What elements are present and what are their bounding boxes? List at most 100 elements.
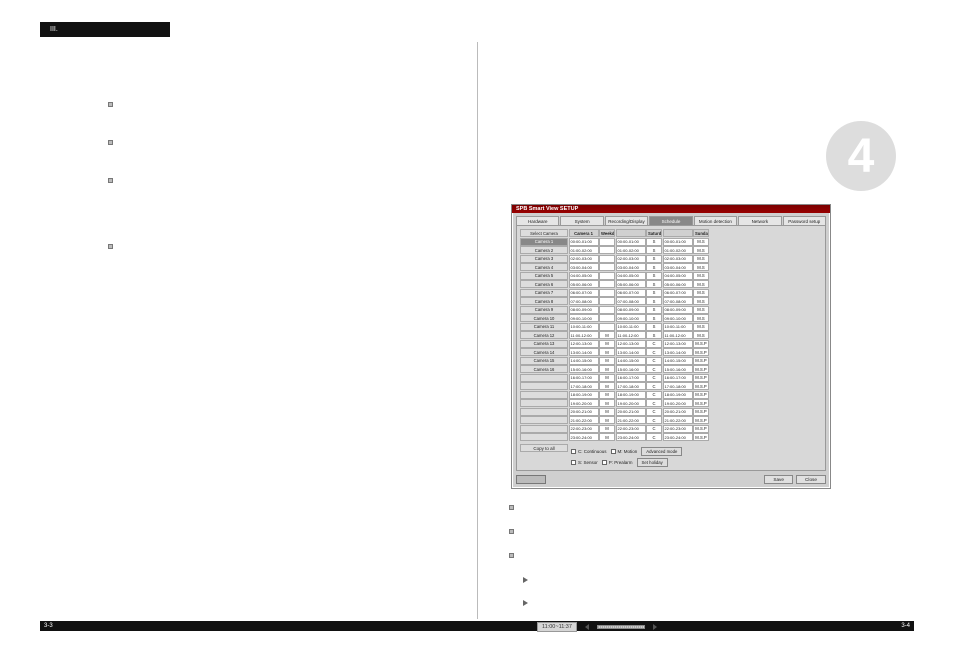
tab-hardware[interactable]: Hardware bbox=[516, 216, 559, 225]
mode-cell[interactable] bbox=[599, 289, 615, 297]
prealarm-checkbox[interactable]: P: Prealarm bbox=[602, 458, 633, 467]
mode-cell[interactable]: M bbox=[599, 365, 615, 373]
select-camera-button[interactable]: Select Camera bbox=[520, 229, 568, 237]
tab-motion-detection[interactable]: Motion detection bbox=[694, 216, 737, 225]
mode-cell[interactable] bbox=[599, 246, 615, 254]
mode-cell[interactable]: S bbox=[646, 280, 662, 288]
mode-cell[interactable]: M.S bbox=[693, 246, 709, 254]
time-cell[interactable]: 12:00-13:00 bbox=[569, 340, 599, 348]
mode-cell[interactable]: C bbox=[646, 433, 662, 441]
close-button[interactable]: Close bbox=[796, 475, 826, 484]
copy-to-all-button[interactable]: Copy to all bbox=[520, 444, 568, 452]
mode-cell[interactable]: M bbox=[599, 408, 615, 416]
time-cell[interactable]: 11:00-12:00 bbox=[663, 331, 693, 339]
mode-cell[interactable]: M.S.P bbox=[693, 357, 709, 365]
time-cell[interactable]: 09:00-10:00 bbox=[616, 314, 646, 322]
camera-button-13[interactable]: Camera 13 bbox=[520, 340, 568, 348]
camera-button-7[interactable]: Camera 7 bbox=[520, 289, 568, 297]
mode-cell[interactable] bbox=[599, 280, 615, 288]
mode-cell[interactable]: C bbox=[646, 357, 662, 365]
mode-cell[interactable]: M bbox=[599, 391, 615, 399]
time-cell[interactable]: 11:00-12:00 bbox=[616, 331, 646, 339]
mode-cell[interactable]: M bbox=[599, 348, 615, 356]
time-cell[interactable]: 19:00-20:00 bbox=[663, 399, 693, 407]
mode-cell[interactable]: M.S bbox=[693, 306, 709, 314]
mode-cell[interactable]: M.S bbox=[693, 331, 709, 339]
mode-cell[interactable]: S bbox=[646, 289, 662, 297]
mode-cell[interactable]: M bbox=[599, 357, 615, 365]
time-cell[interactable]: 20:00-21:00 bbox=[616, 408, 646, 416]
time-cell[interactable]: 17:00-18:00 bbox=[663, 382, 693, 390]
camera-button-2[interactable]: Camera 2 bbox=[520, 246, 568, 254]
save-button[interactable]: Save bbox=[764, 475, 793, 484]
time-cell[interactable]: 19:00-20:00 bbox=[616, 399, 646, 407]
mode-cell[interactable]: M.S.P bbox=[693, 425, 709, 433]
mode-cell[interactable] bbox=[599, 306, 615, 314]
time-cell[interactable]: 07:00-08:00 bbox=[569, 297, 599, 305]
mode-cell[interactable]: S bbox=[646, 306, 662, 314]
mode-cell[interactable]: S bbox=[646, 314, 662, 322]
mode-cell[interactable]: M.S.P bbox=[693, 408, 709, 416]
mode-cell[interactable] bbox=[599, 297, 615, 305]
time-cell[interactable]: 01:00-02:00 bbox=[569, 246, 599, 254]
camera-button-9[interactable]: Camera 9 bbox=[520, 306, 568, 314]
time-cell[interactable]: 05:00-06:00 bbox=[616, 280, 646, 288]
time-cell[interactable]: 21:00-22:00 bbox=[616, 416, 646, 424]
camera-button-6[interactable]: Camera 6 bbox=[520, 280, 568, 288]
time-cell[interactable]: 23:00-24:00 bbox=[616, 433, 646, 441]
time-cell[interactable]: 18:00-19:00 bbox=[569, 391, 599, 399]
mode-cell[interactable]: M bbox=[599, 331, 615, 339]
time-cell[interactable]: 17:00-18:00 bbox=[616, 382, 646, 390]
mode-cell[interactable]: M bbox=[599, 382, 615, 390]
mode-cell[interactable]: M bbox=[599, 399, 615, 407]
time-cell[interactable]: 18:00-19:00 bbox=[616, 391, 646, 399]
mode-cell[interactable] bbox=[599, 263, 615, 271]
time-cell[interactable]: 11:00-12:00 bbox=[569, 331, 599, 339]
time-cell[interactable]: 02:00-03:00 bbox=[569, 255, 599, 263]
sensor-checkbox[interactable]: S: Sensor bbox=[571, 458, 598, 467]
continuous-checkbox[interactable]: C: Continuous bbox=[571, 447, 607, 456]
time-cell[interactable]: 22:00-23:00 bbox=[663, 425, 693, 433]
time-cell[interactable]: 15:00-16:00 bbox=[663, 365, 693, 373]
mode-cell[interactable]: S bbox=[646, 297, 662, 305]
time-cell[interactable]: 13:00-14:00 bbox=[616, 348, 646, 356]
time-cell[interactable]: 02:00-03:00 bbox=[663, 255, 693, 263]
mode-cell[interactable] bbox=[599, 314, 615, 322]
time-cell[interactable]: 12:00-13:00 bbox=[663, 340, 693, 348]
camera-button-5[interactable]: Camera 5 bbox=[520, 272, 568, 280]
mode-cell[interactable]: M.S.P bbox=[693, 433, 709, 441]
motion-checkbox[interactable]: M: Motion bbox=[611, 447, 638, 456]
time-cell[interactable]: 15:00-16:00 bbox=[616, 365, 646, 373]
time-cell[interactable]: 21:00-22:00 bbox=[663, 416, 693, 424]
camera-button-4[interactable]: Camera 4 bbox=[520, 263, 568, 271]
mode-cell[interactable]: M.S bbox=[693, 323, 709, 331]
mode-cell[interactable]: C bbox=[646, 391, 662, 399]
time-cell[interactable]: 10:00-11:00 bbox=[616, 323, 646, 331]
time-cell[interactable]: 14:00-15:00 bbox=[663, 357, 693, 365]
time-cell[interactable]: 16:00-17:00 bbox=[616, 374, 646, 382]
mode-cell[interactable] bbox=[599, 272, 615, 280]
mode-cell[interactable]: M.S bbox=[693, 289, 709, 297]
language-selector[interactable] bbox=[516, 475, 546, 484]
camera-button-10[interactable]: Camera 10 bbox=[520, 314, 568, 322]
mode-cell[interactable]: M.S bbox=[693, 263, 709, 271]
time-cell[interactable]: 16:00-17:00 bbox=[663, 374, 693, 382]
time-cell[interactable]: 05:00-06:00 bbox=[569, 280, 599, 288]
mode-cell[interactable]: M bbox=[599, 374, 615, 382]
time-cell[interactable]: 00:00-01:00 bbox=[569, 238, 599, 246]
advanced-mode-button[interactable]: Advanced mode bbox=[641, 447, 682, 456]
time-cell[interactable]: 03:00-04:00 bbox=[616, 263, 646, 271]
time-cell[interactable]: 08:00-09:00 bbox=[616, 306, 646, 314]
mode-cell[interactable] bbox=[599, 238, 615, 246]
camera-button-1[interactable]: Camera 1 bbox=[520, 238, 568, 246]
mode-cell[interactable]: C bbox=[646, 340, 662, 348]
time-cell[interactable]: 20:00-21:00 bbox=[663, 408, 693, 416]
camera-button-8[interactable]: Camera 8 bbox=[520, 297, 568, 305]
mode-cell[interactable]: M.S bbox=[693, 238, 709, 246]
time-cell[interactable]: 19:00-20:00 bbox=[569, 399, 599, 407]
mode-cell[interactable]: M.S.P bbox=[693, 340, 709, 348]
mode-cell[interactable]: S bbox=[646, 323, 662, 331]
mode-cell[interactable]: M.S bbox=[693, 272, 709, 280]
mode-cell[interactable]: C bbox=[646, 348, 662, 356]
time-cell[interactable]: 15:00-16:00 bbox=[569, 365, 599, 373]
